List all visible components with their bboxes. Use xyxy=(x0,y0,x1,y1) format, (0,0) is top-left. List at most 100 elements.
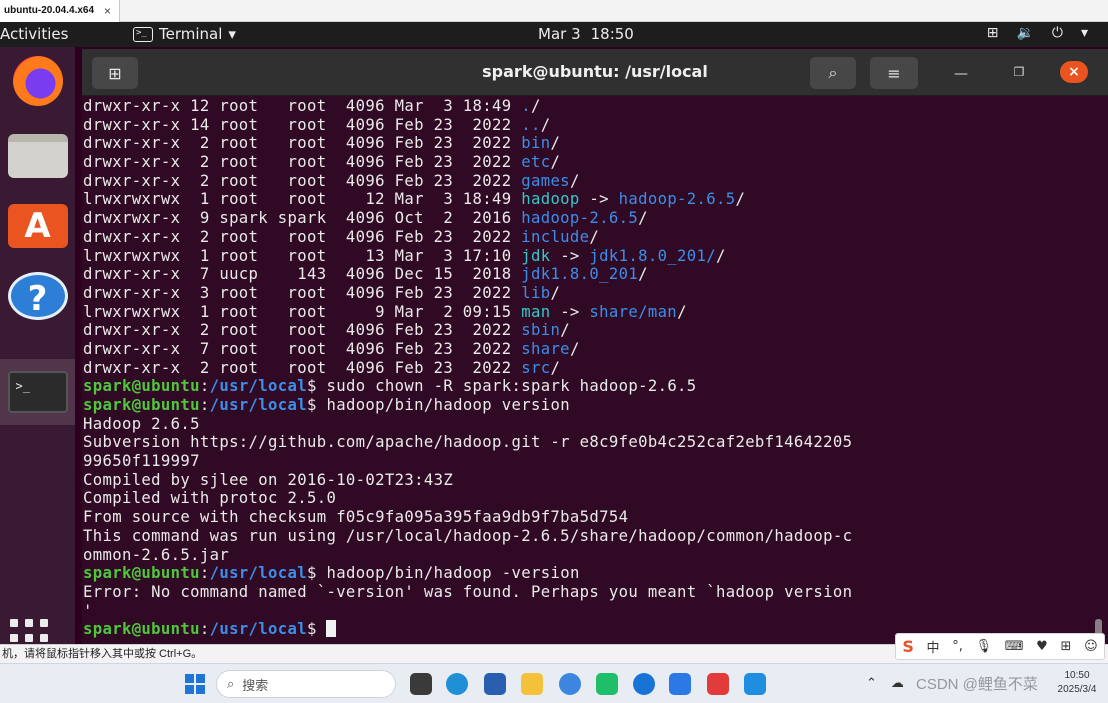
windows-start-icon[interactable] xyxy=(185,674,205,694)
vm-screen[interactable]: Activities >_ Terminal ▾ Mar 3 18:50 ⊞ 🔉… xyxy=(0,22,1108,644)
trailing-slash: / xyxy=(677,302,687,321)
trailing-slash: / xyxy=(716,246,726,265)
output-text: Subversion https://github.com/apache/had… xyxy=(83,433,853,452)
prompt-user: spark@ubuntu xyxy=(83,377,200,396)
terminal-header-bar: ⊞ spark@ubuntu: /usr/local ⌕ ≡ — ❐ × xyxy=(82,49,1108,96)
mascot-icon[interactable]: ☺ xyxy=(1084,639,1098,654)
edge-icon[interactable] xyxy=(446,673,468,695)
listing-meta: drwxr-xr-x 7 uucp 143 4096 Dec 15 2018 xyxy=(83,265,522,284)
search-icon: ⌕ xyxy=(227,676,235,691)
listing-row: drwxr-xr-x 14 root root 4096 Feb 23 2022… xyxy=(83,116,1092,135)
network-icon: ⊞ xyxy=(986,25,999,41)
listing-meta: drwxr-xr-x 2 root root 4096 Feb 23 2022 xyxy=(83,358,522,377)
listing-meta: drwxr-xr-x 7 root root 4096 Feb 23 2022 xyxy=(83,339,522,358)
trailing-slash: / xyxy=(589,227,600,246)
directory-name: hadoop-2.6.5 xyxy=(521,209,639,228)
dock-item-software[interactable]: A xyxy=(0,195,75,257)
output-line: 99650f119997 xyxy=(83,452,1092,471)
chat-icon[interactable] xyxy=(596,673,618,695)
toolbox-icon[interactable]: ⊞ xyxy=(1060,639,1071,654)
microphone-icon[interactable]: 🎙 xyxy=(976,639,993,654)
output-text: 99650f119997 xyxy=(83,452,200,471)
show-applications-icon[interactable] xyxy=(10,619,54,644)
directory-name: sbin xyxy=(521,321,561,340)
prompt-user: spark@ubuntu xyxy=(83,620,200,639)
search-button[interactable]: ⌕ xyxy=(810,57,856,89)
listing-row: drwxr-xr-x 12 root root 4096 Mar 3 18:49… xyxy=(83,97,1092,116)
listing-row: drwxr-xr-x 7 uucp 143 4096 Dec 15 2018 j… xyxy=(83,265,1092,284)
notification-area[interactable]: ⌃ ☁ xyxy=(866,676,904,691)
close-icon[interactable]: × xyxy=(104,0,111,22)
prompt-symbol: $ xyxy=(307,564,327,583)
directory-name: share xyxy=(521,339,570,358)
task-view-icon[interactable] xyxy=(410,673,432,695)
symlink-name: hadoop xyxy=(521,190,580,209)
firefox-icon xyxy=(12,56,63,106)
activities-button[interactable]: Activities xyxy=(0,25,68,43)
browser-icon[interactable] xyxy=(559,673,581,695)
keyboard-icon[interactable]: ⌨ xyxy=(1005,639,1024,654)
clock-time: 10:50 xyxy=(1064,670,1090,681)
terminal-output[interactable]: drwxr-xr-x 12 root root 4096 Mar 3 18:49… xyxy=(82,97,1092,644)
command-text: sudo chown -R spark:spark hadoop-2.6.5 xyxy=(326,377,697,396)
output-text: From source with checksum f05c9fa095a395… xyxy=(83,508,629,527)
command-text: hadoop/bin/hadoop version xyxy=(326,396,570,414)
taskbar-search[interactable]: ⌕ 搜索 xyxy=(216,670,396,698)
output-text: This command was run using /usr/local/ha… xyxy=(83,526,853,545)
close-button[interactable]: × xyxy=(1060,61,1088,83)
directory-name: games xyxy=(521,171,570,190)
output-line: This command was run using /usr/local/ha… xyxy=(83,527,1092,546)
skin-icon[interactable]: ♥ xyxy=(1036,639,1048,654)
software-store-icon: A xyxy=(7,204,68,248)
clock-date: 2025/3/4 xyxy=(1057,684,1097,695)
output-text: Hadoop 2.6.5 xyxy=(83,414,200,433)
directory-name: lib xyxy=(521,283,551,302)
maximize-button[interactable]: ❐ xyxy=(1006,59,1032,85)
directory-name: src xyxy=(521,358,551,377)
cloud-icon[interactable]: ☁ xyxy=(891,676,904,691)
dock-item-help[interactable]: ? xyxy=(0,265,75,327)
prompt-colon: : xyxy=(199,564,210,583)
chevron-up-icon[interactable]: ⌃ xyxy=(866,676,877,691)
feishu-icon[interactable] xyxy=(669,673,691,695)
listing-row: drwxr-xr-x 2 root root 4096 Feb 23 2022 … xyxy=(83,134,1092,153)
listing-meta: lrwxrwxrwx 1 root root 12 Mar 3 18:49 xyxy=(83,190,522,209)
system-tray[interactable]: ⊞ 🔉 ⏻ ▾ xyxy=(987,25,1088,41)
listing-row: lrwxrwxrwx 1 root root 9 Mar 2 09:15 man… xyxy=(83,303,1092,322)
output-text: Compiled by sjlee on 2016-10-02T23:43Z xyxy=(83,470,454,489)
dock-item-terminal[interactable]: >_ xyxy=(0,359,75,425)
prompt-user: spark@ubuntu xyxy=(83,564,200,583)
output-line: Hadoop 2.6.5 xyxy=(83,415,1092,434)
windows-clock[interactable]: 10:50 2025/3/4 xyxy=(1048,669,1106,697)
dock-item-firefox[interactable] xyxy=(0,50,75,112)
help-icon: ? xyxy=(7,272,68,320)
ime-toolbar[interactable]: S 中 °, 🎙 ⌨ ♥ ⊞ ☺ xyxy=(895,633,1105,660)
sogou-logo-icon: S xyxy=(902,637,914,656)
store-icon[interactable] xyxy=(484,673,506,695)
clock[interactable]: Mar 3 18:50 xyxy=(538,25,634,43)
prompt-symbol: $ xyxy=(307,620,327,639)
trailing-slash: / xyxy=(638,209,648,228)
minimize-button[interactable]: — xyxy=(948,59,974,85)
dock-item-files[interactable] xyxy=(0,125,75,187)
output-line: From source with checksum f05c9fa095a395… xyxy=(83,508,1092,527)
app-menu[interactable]: >_ Terminal ▾ xyxy=(133,25,236,43)
directory-name: etc xyxy=(521,153,551,172)
file-explorer-icon[interactable] xyxy=(521,673,543,695)
vm-tab[interactable]: ubuntu-20.04.4.x64 × xyxy=(0,0,121,22)
trailing-slash: / xyxy=(735,190,746,209)
output-line: Subversion https://github.com/apache/had… xyxy=(83,433,1092,452)
ime-mode[interactable]: 中 xyxy=(927,637,940,656)
symlink-target: hadoop-2.6.5 xyxy=(618,190,736,209)
app-icon[interactable] xyxy=(633,673,655,695)
prompt-line: spark@ubuntu:/usr/local$ hadoop/bin/hado… xyxy=(83,396,1092,415)
listing-meta: drwxr-xr-x 2 root root 4096 Feb 23 2022 xyxy=(83,321,522,340)
punctuation-icon[interactable]: °, xyxy=(952,639,963,654)
vmware-icon[interactable] xyxy=(744,673,766,695)
wps-icon[interactable] xyxy=(707,673,729,695)
menu-button[interactable]: ≡ xyxy=(870,57,918,89)
output-text: Error: No command named `-version' was f… xyxy=(83,582,853,601)
listing-meta: drwxr-xr-x 14 root root 4096 Feb 23 2022 xyxy=(83,115,522,134)
prompt-path: /usr/local xyxy=(209,377,307,396)
caret-down-icon: ▾ xyxy=(1080,25,1088,41)
